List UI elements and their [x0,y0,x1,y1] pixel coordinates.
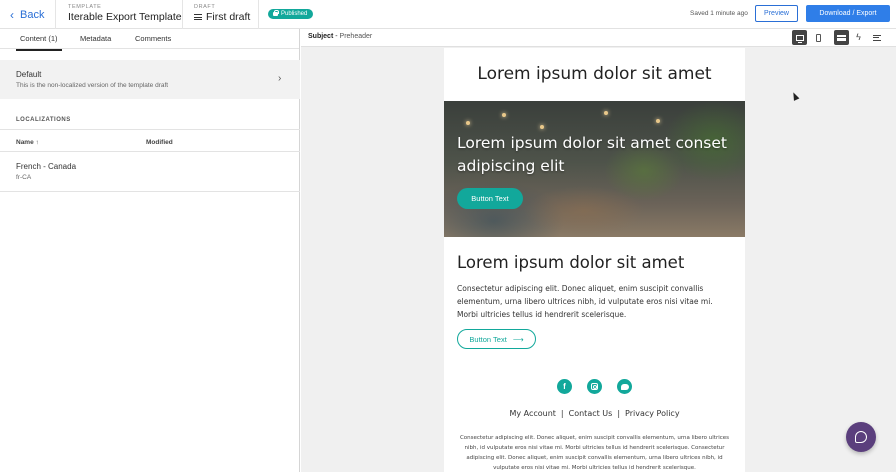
column-header-name[interactable]: Name ↑ [16,139,39,146]
draft-name: First draft [206,11,251,23]
outline-cta-button[interactable]: Button Text ⟶ [457,329,536,349]
desktop-view-button[interactable] [792,30,807,45]
amp-view-button[interactable]: ϟ [851,30,866,45]
subject-label: Subject [308,33,334,40]
default-version-item[interactable]: Default This is the non-localized versio… [0,60,300,99]
divider [0,129,300,130]
footer-fine-print: Consectetur adipiscing elit. Donec aliqu… [459,435,730,471]
arrow-right-icon: ⟶ [512,334,524,344]
hero-headline: Lorem ipsum dolor sit amet conset adipis… [457,134,727,175]
localization-name: French - Canada [16,162,77,171]
bolt-icon: ϟ [856,32,861,42]
tab-content[interactable]: Content (1) [16,34,62,51]
decor [502,113,506,117]
divider [55,0,56,29]
mobile-icon [816,33,821,42]
instagram-icon[interactable] [587,379,602,394]
link-separator: | [560,409,564,418]
tab-comments[interactable]: Comments [135,34,171,43]
link-separator: | [617,409,621,418]
template-label: TEMPLATE [68,4,102,10]
default-title: Default [16,70,42,79]
decor [656,119,660,123]
divider [182,0,183,29]
default-subtitle: This is the non-localized version of the… [16,82,169,89]
back-button[interactable]: ‹ Back [10,8,44,22]
menu-icon [194,13,202,22]
twitter-icon[interactable] [617,379,632,394]
template-info: TEMPLATE Iterable Export Template [68,4,182,23]
localization-code: fr-CA [16,174,32,181]
email-heading: Lorem ipsum dolor sit amet [457,253,685,272]
back-label: Back [20,9,45,21]
subject-line: Subject - Preheader [308,33,372,40]
contact-us-link[interactable]: Contact Us [569,409,613,418]
card-view-button[interactable] [834,30,849,45]
preview-button[interactable]: Preview [755,5,798,22]
subject-bar: Subject - Preheader ϟ [301,29,896,47]
tab-bar: Content (1) Metadata Comments [0,29,299,51]
privacy-policy-link[interactable]: Privacy Policy [625,409,680,418]
tab-metadata[interactable]: Metadata [80,34,111,43]
top-bar: ‹ Back TEMPLATE Iterable Export Template… [0,0,896,29]
email-title: Lorem ipsum dolor sit amet [477,64,712,84]
preheader: Preheader [339,33,373,40]
card-icon [837,34,846,41]
my-account-link[interactable]: My Account [509,409,555,418]
decor [540,125,544,129]
outline-button-label: Button Text [469,334,507,344]
localizations-heading: LOCALIZATIONS [16,117,71,123]
divider [258,0,259,29]
hero-cta-button[interactable]: Button Text [457,188,523,209]
preview-panel: Subject - Preheader ϟ Lorem ipsum dolor … [301,29,896,472]
footer-links: My Account | Contact Us | Privacy Policy [444,409,745,418]
chevron-right-icon: › [278,73,282,84]
decor [604,111,608,115]
hero-image: Lorem ipsum dolor sit amet conset adipis… [444,101,745,237]
mobile-view-button[interactable] [811,30,826,45]
divider [0,191,300,192]
decor [466,121,470,125]
chevron-left-icon: ‹ [10,8,14,22]
chat-launcher-button[interactable] [846,422,876,452]
left-panel: Content (1) Metadata Comments Default Th… [0,29,300,472]
chat-icon [855,431,867,443]
download-export-button[interactable]: Download / Export [806,5,890,22]
email-preview: Lorem ipsum dolor sit amet Lorem ipsum d… [444,48,745,472]
divider [0,151,300,152]
draft-selector[interactable]: DRAFT First draft [194,4,250,23]
lock-icon [273,10,279,16]
draft-label: DRAFT [194,4,216,10]
template-name: Iterable Export Template [68,11,182,23]
column-header-modified[interactable]: Modified [146,139,173,146]
status-badge-label: Published [281,11,308,17]
status-badge: Published [268,9,314,19]
text-view-button[interactable] [869,30,884,45]
facebook-icon[interactable]: f [557,379,572,394]
text-lines-icon [872,33,881,42]
desktop-icon [795,34,804,43]
email-body: Consectetur adipiscing elit. Donec aliqu… [457,284,713,319]
saved-status: Saved 1 minute ago [690,10,748,17]
